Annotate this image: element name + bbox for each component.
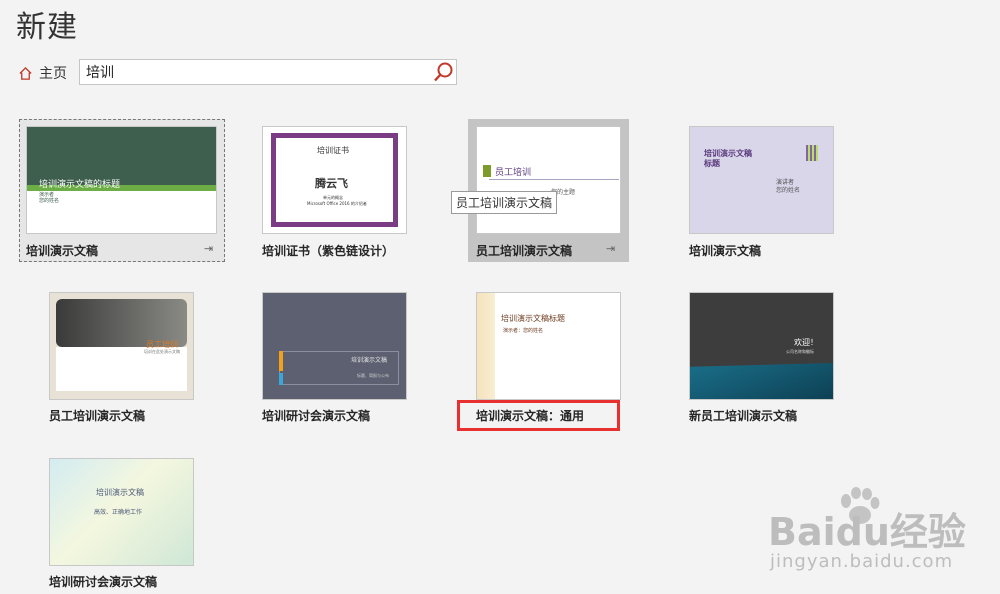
thumb-sub: 培训在此处演示文稿 — [144, 349, 180, 354]
template-label: 培训证书（紫色链设计） — [262, 244, 395, 258]
watermark-url: jingyan.baidu.com — [770, 551, 954, 572]
thumb-sub: 公司名称和徽标 — [786, 349, 814, 354]
template-thumbnail: 培训演示文稿 标题、简报与公布 — [262, 292, 407, 400]
template-label: 培训演示文稿 — [689, 244, 762, 258]
thumb-title: 培训演示文稿 — [96, 488, 144, 497]
thumb-sub: 标题、简报与公布 — [357, 373, 389, 378]
template-thumbnail: 员工培训 您的主题 — [476, 126, 621, 234]
search-input[interactable] — [86, 62, 426, 82]
template-thumbnail: 培训演示文稿 标题 演讲者 您的姓名 — [689, 126, 834, 234]
thumb-title: 培训演示文稿的标题 — [39, 180, 121, 190]
tooltip: 员工培训演示文稿 — [451, 191, 558, 214]
template-thumbnail: 员工培训 培训在此处演示文稿 — [49, 292, 194, 400]
template-thumbnail: 培训演示文稿标题 演示者：您的姓名 — [476, 292, 621, 400]
thumb-sub: 高效、正确地工作 — [94, 509, 143, 516]
template-thumbnail: 培训演示文稿 高效、正确地工作 — [49, 458, 194, 566]
thumb-title: 培训演示文稿 — [351, 357, 388, 364]
thumb-sub: 您的姓名 — [39, 198, 60, 204]
thumb-title: 培训演示文稿 标题 — [704, 149, 752, 168]
thumb-title: 培训演示文稿标题 — [501, 314, 565, 323]
watermark-logo: Baidu经验 — [768, 510, 966, 554]
home-label: 主页 — [39, 66, 67, 82]
template-thumbnail: 欢迎！ 公司名称和徽标 — [689, 292, 834, 400]
thumb-sub: Microsoft Office 2016 的介绍者 — [307, 201, 367, 206]
watermark: Baidu经验 jingyan.baidu.com — [768, 487, 998, 587]
thumb-title: 培训证书 — [317, 146, 349, 155]
template-label: 员工培训演示文稿 — [476, 244, 573, 258]
home-link[interactable]: 主页 — [18, 63, 67, 83]
thumb-sub: 演示者：您的姓名 — [503, 328, 544, 334]
pin-icon[interactable]: ⇥ — [606, 242, 615, 255]
highlight-box — [457, 400, 620, 431]
pin-icon[interactable]: ⇥ — [204, 242, 213, 255]
template-thumbnail: 培训证书 腾云飞 单元的概念 Microsoft Office 2016 的介绍… — [262, 126, 407, 234]
thumb-title: 员工培训 — [495, 168, 532, 178]
template-label: 培训研讨会演示文稿 — [262, 409, 371, 423]
home-icon — [19, 66, 32, 80]
thumb-name: 腾云飞 — [315, 177, 348, 190]
page-title: 新建 — [16, 10, 78, 45]
template-label: 新员工培训演示文稿 — [689, 409, 798, 423]
template-thumbnail: 培训演示文稿的标题 演示者 您的姓名 — [26, 126, 217, 234]
thumb-title: 欢迎！ — [794, 338, 818, 347]
thumb-sub: 您的姓名 — [776, 187, 801, 194]
search-box[interactable] — [79, 59, 457, 85]
template-label: 员工培训演示文稿 — [49, 409, 146, 423]
template-label: 培训研讨会演示文稿 — [49, 575, 158, 589]
search-icon[interactable] — [432, 61, 454, 83]
template-label: 培训演示文稿 — [26, 244, 99, 258]
